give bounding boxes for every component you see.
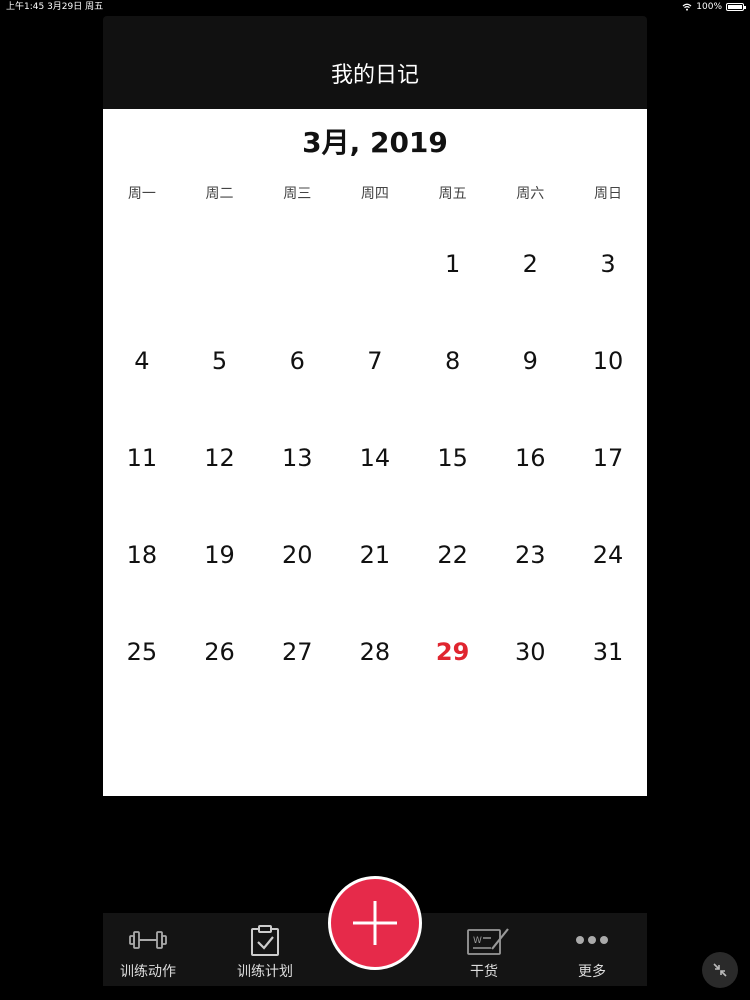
calendar-day[interactable]: 9: [491, 313, 569, 410]
calendar-day[interactable]: 16: [491, 410, 569, 507]
day-grid: 1 2 3 4 5 6 7 8 9 10 11 12 13 14 15 16 17 18 19 20 21 22 23 24 2…: [103, 216, 647, 700]
calendar-day[interactable]: 25: [103, 603, 181, 700]
tab-articles[interactable]: W 干货: [439, 913, 529, 986]
tab-label: 干货: [470, 964, 498, 980]
article-edit-icon: W: [467, 928, 509, 955]
calendar-day[interactable]: 15: [414, 410, 492, 507]
page-title: 我的日记: [330, 63, 419, 88]
calendar-day[interactable]: 12: [181, 410, 259, 507]
navigation-bar: 我的日记: [103, 16, 647, 109]
diary-app: 我的日记 3月, 2019 周一 周二 周三 周四 周五 周六 周日 12345…: [103, 16, 647, 796]
wifi-icon: [682, 3, 692, 11]
calendar-day[interactable]: 19: [181, 506, 259, 603]
calendar-day[interactable]: 5: [181, 313, 259, 410]
calendar-day[interactable]: 4: [103, 313, 181, 410]
calendar-day[interactable]: 23: [491, 506, 569, 603]
empty-day-cell: [336, 216, 414, 313]
month-title: 3月, 2019: [302, 126, 448, 159]
calendar-day[interactable]: 14: [336, 410, 414, 507]
calendar-day[interactable]: 11: [103, 410, 181, 507]
calendar-day[interactable]: 20: [258, 506, 336, 603]
battery-icon: [726, 3, 746, 11]
empty-day-cell: [258, 216, 336, 313]
more-dots-icon: [576, 936, 608, 944]
calendar-day[interactable]: 10: [569, 313, 647, 410]
calendar-day-today[interactable]: 29: [414, 603, 492, 700]
tab-label: 更多: [578, 964, 606, 980]
calendar-day[interactable]: 21: [336, 506, 414, 603]
battery-percent: 100%: [696, 2, 722, 12]
calendar-day[interactable]: 13: [258, 410, 336, 507]
calendar-day[interactable]: 26: [181, 603, 259, 700]
weekday-header: 周一 周二 周三 周四 周五 周六 周日: [103, 182, 647, 206]
calendar-day[interactable]: 24: [569, 506, 647, 603]
calendar-day[interactable]: 7: [336, 313, 414, 410]
calendar-day[interactable]: 6: [258, 313, 336, 410]
calendar-day[interactable]: 1: [414, 216, 492, 313]
calendar-day[interactable]: 2: [491, 216, 569, 313]
dumbbell-icon: [129, 931, 167, 949]
tab-label: 训练计划: [237, 964, 293, 980]
weekday-label: 周四: [360, 186, 389, 202]
calendar-day[interactable]: 31: [569, 603, 647, 700]
calendar-day[interactable]: 8: [414, 313, 492, 410]
weekday-label: 周五: [438, 186, 467, 202]
weekday-label: 周三: [283, 186, 312, 202]
plus-icon: [353, 901, 397, 945]
calendar-day[interactable]: 17: [569, 410, 647, 507]
status-time-date: 上午1:45 3月29日 周五: [6, 2, 104, 12]
calendar-day[interactable]: 30: [491, 603, 569, 700]
tab-more[interactable]: 更多: [547, 913, 637, 986]
minimize-button[interactable]: [702, 952, 738, 988]
status-bar: 上午1:45 3月29日 周五 100%: [0, 0, 750, 14]
tab-training-moves[interactable]: 训练动作: [103, 913, 193, 986]
empty-day-cell: [181, 216, 259, 313]
collapse-arrows-icon: [713, 963, 727, 977]
empty-day-cell: [103, 216, 181, 313]
calendar-day[interactable]: 27: [258, 603, 336, 700]
tab-label: 训练动作: [120, 964, 176, 980]
calendar-day[interactable]: 28: [336, 603, 414, 700]
calendar: 3月, 2019 周一 周二 周三 周四 周五 周六 周日 1234567891…: [103, 109, 647, 796]
weekday-label: 周一: [127, 186, 156, 202]
add-diary-button[interactable]: [328, 876, 422, 970]
calendar-day[interactable]: 22: [414, 506, 492, 603]
status-right: 100%: [682, 0, 746, 14]
tab-training-plan[interactable]: 训练计划: [220, 913, 310, 986]
calendar-day[interactable]: 18: [103, 506, 181, 603]
calendar-day[interactable]: 3: [569, 216, 647, 313]
svg-text:W: W: [473, 936, 482, 946]
weekday-label: 周六: [516, 186, 545, 202]
weekday-label: 周日: [593, 186, 622, 202]
weekday-label: 周二: [205, 186, 234, 202]
clipboard-check-icon: [251, 925, 279, 956]
